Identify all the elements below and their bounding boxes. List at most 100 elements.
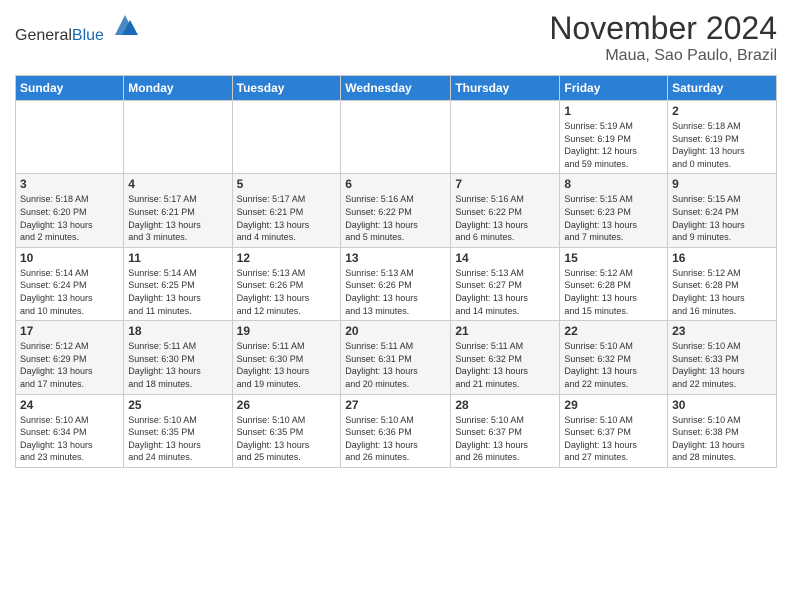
day-number: 24 <box>20 398 119 412</box>
day-number: 18 <box>128 324 227 338</box>
weekday-header-row: SundayMondayTuesdayWednesdayThursdayFrid… <box>16 76 777 101</box>
day-number: 20 <box>345 324 446 338</box>
calendar-day-cell: 23 Sunrise: 5:10 AM Sunset: 6:33 PM Dayli… <box>668 321 777 394</box>
day-detail: Sunrise: 5:17 AM Sunset: 6:21 PM Dayligh… <box>237 193 337 243</box>
calendar-day-cell: 13 Sunrise: 5:13 AM Sunset: 6:26 PM Dayli… <box>341 247 451 320</box>
day-detail: Sunrise: 5:10 AM Sunset: 6:33 PM Dayligh… <box>672 340 772 390</box>
calendar-day-cell: 11 Sunrise: 5:14 AM Sunset: 6:25 PM Dayli… <box>124 247 232 320</box>
day-number: 15 <box>564 251 663 265</box>
weekday-header: Thursday <box>451 76 560 101</box>
logo-blue-text: Blue <box>72 27 104 44</box>
day-detail: Sunrise: 5:16 AM Sunset: 6:22 PM Dayligh… <box>455 193 555 243</box>
weekday-header: Tuesday <box>232 76 341 101</box>
day-number: 4 <box>128 177 227 191</box>
calendar-day-cell: 2Sunrise: 5:18 AM Sunset: 6:19 PM Daylig… <box>668 101 777 174</box>
weekday-header: Sunday <box>16 76 124 101</box>
weekday-header: Wednesday <box>341 76 451 101</box>
day-number: 27 <box>345 398 446 412</box>
day-detail: Sunrise: 5:13 AM Sunset: 6:26 PM Dayligh… <box>345 267 446 317</box>
day-detail: Sunrise: 5:10 AM Sunset: 6:38 PM Dayligh… <box>672 414 772 464</box>
month-title: November 2024 <box>549 10 777 47</box>
day-number: 21 <box>455 324 555 338</box>
day-number: 11 <box>128 251 227 265</box>
day-detail: Sunrise: 5:16 AM Sunset: 6:22 PM Dayligh… <box>345 193 446 243</box>
day-number: 13 <box>345 251 446 265</box>
day-number: 26 <box>237 398 337 412</box>
calendar-table: SundayMondayTuesdayWednesdayThursdayFrid… <box>15 75 777 468</box>
calendar-day-cell: 15 Sunrise: 5:12 AM Sunset: 6:28 PM Dayli… <box>560 247 668 320</box>
day-detail: Sunrise: 5:10 AM Sunset: 6:37 PM Dayligh… <box>564 414 663 464</box>
day-detail: Sunrise: 5:13 AM Sunset: 6:26 PM Dayligh… <box>237 267 337 317</box>
calendar-day-cell: 29Sunrise: 5:10 AM Sunset: 6:37 PM Dayli… <box>560 394 668 467</box>
day-detail: Sunrise: 5:10 AM Sunset: 6:37 PM Dayligh… <box>455 414 555 464</box>
day-detail: Sunrise: 5:15 AM Sunset: 6:23 PM Dayligh… <box>564 193 663 243</box>
day-number: 17 <box>20 324 119 338</box>
day-detail: Sunrise: 5:18 AM Sunset: 6:19 PM Dayligh… <box>672 120 772 170</box>
calendar-day-cell: 16 Sunrise: 5:12 AM Sunset: 6:28 PM Dayli… <box>668 247 777 320</box>
calendar-day-cell <box>124 101 232 174</box>
day-number: 14 <box>455 251 555 265</box>
calendar-day-cell: 30 Sunrise: 5:10 AM Sunset: 6:38 PM Dayli… <box>668 394 777 467</box>
calendar-day-cell: 10 Sunrise: 5:14 AM Sunset: 6:24 PM Dayli… <box>16 247 124 320</box>
logo-general-text: General <box>15 27 72 44</box>
day-number: 10 <box>20 251 119 265</box>
day-detail: Sunrise: 5:11 AM Sunset: 6:30 PM Dayligh… <box>237 340 337 390</box>
day-number: 3 <box>20 177 119 191</box>
calendar-week-row: 17 Sunrise: 5:12 AM Sunset: 6:29 PM Dayli… <box>16 321 777 394</box>
calendar-day-cell: 5 Sunrise: 5:17 AM Sunset: 6:21 PM Daylig… <box>232 174 341 247</box>
day-number: 23 <box>672 324 772 338</box>
day-detail: Sunrise: 5:18 AM Sunset: 6:20 PM Dayligh… <box>20 193 119 243</box>
calendar-day-cell: 1 Sunrise: 5:19 AM Sunset: 6:19 PM Daylig… <box>560 101 668 174</box>
calendar-day-cell <box>232 101 341 174</box>
day-number: 6 <box>345 177 446 191</box>
calendar-day-cell <box>341 101 451 174</box>
day-detail: Sunrise: 5:17 AM Sunset: 6:21 PM Dayligh… <box>128 193 227 243</box>
weekday-header: Saturday <box>668 76 777 101</box>
day-number: 16 <box>672 251 772 265</box>
location: Maua, Sao Paulo, Brazil <box>549 47 777 65</box>
day-number: 8 <box>564 177 663 191</box>
calendar-day-cell: 7 Sunrise: 5:16 AM Sunset: 6:22 PM Daylig… <box>451 174 560 247</box>
day-number: 30 <box>672 398 772 412</box>
calendar-day-cell: 17 Sunrise: 5:12 AM Sunset: 6:29 PM Dayli… <box>16 321 124 394</box>
day-detail: Sunrise: 5:10 AM Sunset: 6:34 PM Dayligh… <box>20 414 119 464</box>
calendar-day-cell: 6 Sunrise: 5:16 AM Sunset: 6:22 PM Daylig… <box>341 174 451 247</box>
calendar-day-cell <box>16 101 124 174</box>
day-detail: Sunrise: 5:11 AM Sunset: 6:30 PM Dayligh… <box>128 340 227 390</box>
calendar-day-cell: 25Sunrise: 5:10 AM Sunset: 6:35 PM Dayli… <box>124 394 232 467</box>
calendar-day-cell: 28 Sunrise: 5:10 AM Sunset: 6:37 PM Dayli… <box>451 394 560 467</box>
calendar-day-cell: 14 Sunrise: 5:13 AM Sunset: 6:27 PM Dayli… <box>451 247 560 320</box>
calendar-day-cell: 24 Sunrise: 5:10 AM Sunset: 6:34 PM Dayli… <box>16 394 124 467</box>
calendar-day-cell: 3 Sunrise: 5:18 AM Sunset: 6:20 PM Daylig… <box>16 174 124 247</box>
day-detail: Sunrise: 5:12 AM Sunset: 6:28 PM Dayligh… <box>672 267 772 317</box>
calendar-page: GeneralBlue November 2024 Maua, Sao Paul… <box>0 0 792 478</box>
day-detail: Sunrise: 5:14 AM Sunset: 6:24 PM Dayligh… <box>20 267 119 317</box>
day-number: 1 <box>564 104 663 118</box>
title-section: November 2024 Maua, Sao Paulo, Brazil <box>549 10 777 65</box>
day-detail: Sunrise: 5:19 AM Sunset: 6:19 PM Dayligh… <box>564 120 663 170</box>
calendar-day-cell: 21 Sunrise: 5:11 AM Sunset: 6:32 PM Dayli… <box>451 321 560 394</box>
day-detail: Sunrise: 5:12 AM Sunset: 6:29 PM Dayligh… <box>20 340 119 390</box>
calendar-day-cell: 18 Sunrise: 5:11 AM Sunset: 6:30 PM Dayli… <box>124 321 232 394</box>
day-number: 22 <box>564 324 663 338</box>
weekday-header: Friday <box>560 76 668 101</box>
calendar-week-row: 3 Sunrise: 5:18 AM Sunset: 6:20 PM Daylig… <box>16 174 777 247</box>
weekday-header: Monday <box>124 76 232 101</box>
calendar-day-cell: 4 Sunrise: 5:17 AM Sunset: 6:21 PM Daylig… <box>124 174 232 247</box>
day-number: 28 <box>455 398 555 412</box>
logo-icon <box>110 10 140 40</box>
day-detail: Sunrise: 5:14 AM Sunset: 6:25 PM Dayligh… <box>128 267 227 317</box>
calendar-day-cell: 8 Sunrise: 5:15 AM Sunset: 6:23 PM Daylig… <box>560 174 668 247</box>
day-detail: Sunrise: 5:13 AM Sunset: 6:27 PM Dayligh… <box>455 267 555 317</box>
logo: GeneralBlue <box>15 10 140 45</box>
calendar-week-row: 1 Sunrise: 5:19 AM Sunset: 6:19 PM Daylig… <box>16 101 777 174</box>
day-detail: Sunrise: 5:11 AM Sunset: 6:32 PM Dayligh… <box>455 340 555 390</box>
calendar-day-cell <box>451 101 560 174</box>
day-number: 5 <box>237 177 337 191</box>
day-number: 7 <box>455 177 555 191</box>
calendar-day-cell: 9Sunrise: 5:15 AM Sunset: 6:24 PM Daylig… <box>668 174 777 247</box>
calendar-day-cell: 20Sunrise: 5:11 AM Sunset: 6:31 PM Dayli… <box>341 321 451 394</box>
day-detail: Sunrise: 5:12 AM Sunset: 6:28 PM Dayligh… <box>564 267 663 317</box>
day-detail: Sunrise: 5:10 AM Sunset: 6:35 PM Dayligh… <box>128 414 227 464</box>
day-number: 19 <box>237 324 337 338</box>
